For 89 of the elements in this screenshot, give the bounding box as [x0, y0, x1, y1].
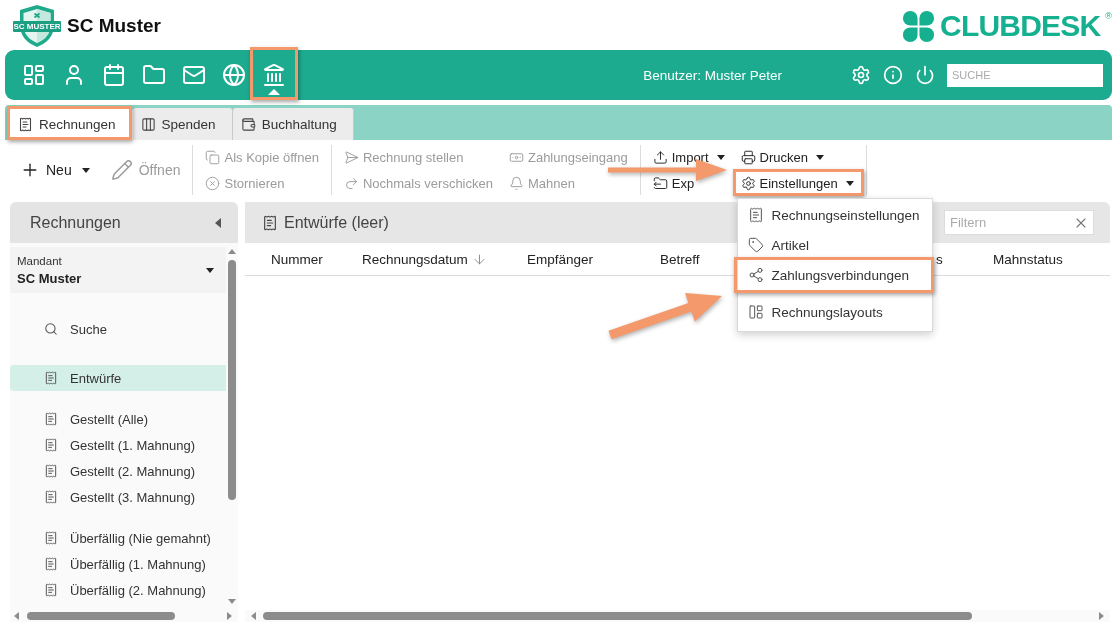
column-header[interactable]: Mahnstatus	[993, 251, 1063, 267]
new-button[interactable]: Neu	[20, 155, 90, 185]
search-field[interactable]: SUCHE	[947, 63, 1103, 87]
column-header[interactable]: Empfänger	[527, 251, 594, 267]
club-crest-logo: SC MUSTER	[13, 4, 61, 48]
import-button[interactable]: Import	[652, 147, 725, 167]
mandant-dropdown[interactable]: Mandant SC Muster	[10, 247, 226, 293]
column-header[interactable]: s	[936, 251, 943, 267]
settings-button[interactable]: Einstellungen	[740, 173, 854, 193]
column-header[interactable]: Rechnungsdatum	[362, 251, 487, 267]
sidebar-title: Rechnungen	[30, 213, 121, 232]
column-header[interactable]: Nummer	[271, 251, 323, 267]
search-icon	[44, 322, 58, 336]
receipt-icon	[44, 490, 58, 504]
gear-icon	[740, 175, 756, 191]
print-button[interactable]: Drucken	[740, 147, 824, 167]
bell-icon	[508, 175, 524, 191]
export-button[interactable]: Exp	[652, 173, 695, 193]
receipt-icon	[44, 531, 58, 545]
field-label: Mandant	[17, 254, 62, 267]
list-title: Entwürfe (leer)	[284, 213, 389, 232]
receipt-icon	[44, 371, 58, 385]
sort-arrow-icon	[471, 251, 487, 267]
column-header[interactable]: Betreff	[660, 251, 700, 267]
scrollbar-thumb[interactable]	[27, 612, 175, 620]
scroll-right-icon[interactable]	[1099, 612, 1104, 620]
receipt-icon	[44, 438, 58, 452]
copy-icon	[205, 149, 221, 165]
sidebar-item[interactable]: Suche	[10, 316, 226, 342]
sidebar-item[interactable]: Gestellt (Alle)	[10, 406, 226, 432]
menu-item[interactable]: Artikel	[737, 230, 932, 260]
receipt-icon	[44, 557, 58, 571]
tag-icon	[747, 237, 764, 253]
receipt-icon	[44, 412, 58, 426]
sidebar-item[interactable]: Gestellt (3. Mahnung)	[10, 484, 226, 510]
tab[interactable]: Spenden	[132, 108, 233, 140]
selection-pointer-icon	[268, 89, 280, 95]
folder-icon	[142, 63, 166, 87]
registered-mark: ®	[1105, 11, 1112, 21]
receipt-icon	[262, 214, 278, 231]
scrollbar-thumb[interactable]	[228, 260, 236, 500]
scroll-left-icon[interactable]	[14, 612, 19, 620]
sidebar-item[interactable]: Gestellt (1. Mahnung)	[10, 432, 226, 458]
menu-item[interactable]: Rechnungseinstellungen	[737, 200, 932, 230]
collapse-icon[interactable]	[215, 217, 221, 228]
info-icon	[883, 65, 903, 85]
scroll-right-icon[interactable]	[227, 612, 232, 620]
send-icon	[343, 149, 359, 165]
user-name: Benutzer: Muster Peter	[643, 67, 782, 83]
redo-icon	[343, 175, 359, 191]
clover-logo-icon	[902, 9, 936, 43]
folder-arrow-icon	[652, 175, 668, 191]
scrollbar-thumb[interactable]	[263, 612, 972, 620]
power-icon	[915, 65, 935, 85]
settings-icon	[851, 65, 871, 85]
printer-icon	[740, 149, 756, 165]
tab[interactable]: Rechnungen	[10, 108, 133, 140]
bank-icon	[262, 63, 286, 87]
globe-icon	[222, 63, 246, 87]
receipt-icon	[747, 207, 764, 223]
scroll-left-icon[interactable]	[251, 612, 256, 620]
receipt-icon	[18, 116, 33, 132]
filter-field[interactable]: Filtern	[944, 210, 1094, 235]
sidebar-item[interactable]: Entwürfe	[10, 365, 226, 391]
mail-icon	[182, 63, 206, 87]
sidebar-item[interactable]: Gestellt (2. Mahnung)	[10, 458, 226, 484]
calendar-icon	[102, 63, 126, 87]
pencil-icon	[110, 159, 133, 181]
upload-icon	[652, 149, 668, 165]
menu-item[interactable]: Zahlungsverbindungen	[737, 260, 932, 290]
selected-value: SC Muster	[17, 270, 82, 286]
x-circle-icon	[205, 175, 221, 191]
share-icon	[747, 267, 764, 283]
scroll-down-icon[interactable]	[228, 599, 236, 604]
wallet-icon	[240, 116, 256, 132]
receipt-icon	[44, 583, 58, 597]
brand-wordmark: CLUBDESK	[940, 11, 1101, 41]
caret-icon	[206, 267, 214, 273]
menu-item[interactable]: Rechnungslayouts	[737, 297, 932, 327]
sidebar-item[interactable]: Überfällig (2. Mahnung)	[10, 577, 226, 603]
dashboard-icon	[22, 63, 46, 87]
sidebar-item[interactable]: Überfällig (Nie gemahnt)	[10, 525, 226, 551]
tab[interactable]: Buchhaltung	[232, 108, 354, 140]
club-name: SC Muster	[67, 15, 161, 37]
scroll-up-icon[interactable]	[228, 249, 236, 254]
sidebar-item[interactable]: Überfällig (1. Mahnung)	[10, 551, 226, 577]
receipt-icon	[44, 464, 58, 478]
columns-icon	[140, 116, 156, 132]
layout-icon	[747, 304, 764, 320]
